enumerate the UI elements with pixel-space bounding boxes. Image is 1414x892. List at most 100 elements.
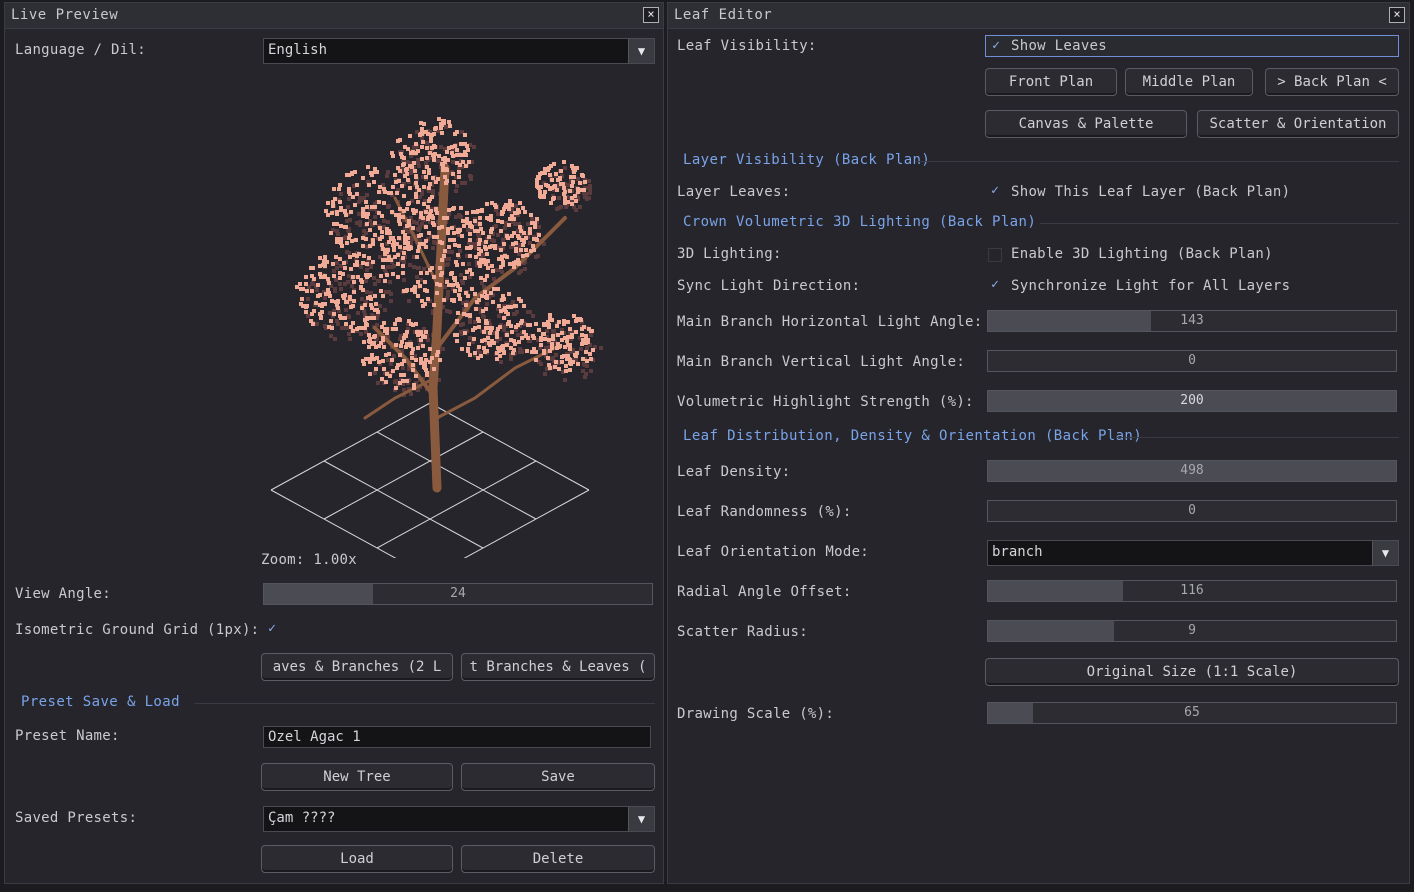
leaf-shadow [431, 246, 435, 250]
leaf [432, 303, 436, 307]
layer-leaves-label: Layer Leaves: [677, 184, 791, 200]
leaf [553, 365, 557, 369]
leaf [463, 142, 467, 146]
original-size-button[interactable]: Original Size (1:1 Scale) [985, 658, 1399, 686]
leaf [563, 190, 567, 194]
view-angle-slider[interactable]: 24 [263, 583, 653, 605]
draw-order-button-2[interactable]: t Branches & Leaves ( [461, 653, 655, 681]
show-leaves-toggle[interactable]: ✓ Show Leaves [985, 35, 1399, 57]
preset-name-input[interactable]: Ozel Agac 1 [263, 726, 651, 748]
leaf [505, 333, 509, 337]
tree-preview-canvas[interactable] [265, 98, 615, 558]
layer-visibility-section-header: Layer Visibility (Back Plan) [683, 152, 931, 168]
scatter-slider[interactable]: 9 [987, 620, 1397, 642]
sync-checkbox[interactable]: ✓ [988, 278, 1002, 292]
leaf-shadow [332, 269, 336, 273]
leaf [404, 345, 408, 349]
radial-slider[interactable]: 116 [987, 580, 1397, 602]
leaf [343, 210, 347, 214]
randomness-slider[interactable]: 0 [987, 500, 1397, 522]
leaf [580, 173, 584, 177]
leaf [481, 309, 485, 313]
leaf [490, 264, 494, 268]
leaf [547, 338, 551, 342]
chevron-down-icon[interactable]: ▼ [628, 807, 654, 831]
leaf [470, 272, 474, 276]
leaf [439, 273, 443, 277]
close-icon[interactable]: × [643, 7, 659, 23]
leaf [591, 348, 595, 352]
leaf-shadow [516, 333, 520, 337]
leaf [370, 306, 374, 310]
leaf [373, 294, 377, 298]
leaf [457, 244, 461, 248]
leaf [410, 351, 414, 355]
leaf-shadow [557, 196, 561, 200]
h-angle-slider[interactable]: 143 [987, 310, 1397, 332]
leaf [488, 326, 492, 330]
live-preview-titlebar[interactable]: Live Preview × [5, 3, 663, 29]
scatter-orientation-button[interactable]: Scatter & Orientation [1197, 110, 1399, 138]
leaf [424, 175, 428, 179]
save-button[interactable]: Save [461, 763, 655, 791]
leaf [583, 180, 587, 184]
saved-presets-select[interactable]: Çam ???? ▼ [263, 806, 655, 832]
leaf [564, 364, 568, 368]
leaf [367, 333, 371, 337]
density-slider[interactable]: 498 [987, 460, 1397, 482]
leaf [587, 327, 591, 331]
chevron-down-icon[interactable]: ▼ [1372, 541, 1398, 565]
leaf-shadow [348, 337, 352, 341]
layer-leaves-checkbox[interactable]: ✓ [988, 184, 1002, 198]
leaf [422, 170, 426, 174]
leaf-shadow [343, 236, 347, 240]
drawing-scale-slider[interactable]: 65 [987, 702, 1397, 724]
leaf [424, 330, 428, 334]
highlight-slider[interactable]: 200 [987, 390, 1397, 412]
front-plan-button[interactable]: Front Plan [985, 68, 1117, 96]
leaf [550, 342, 554, 346]
leaf [359, 278, 363, 282]
leaf-shadow [369, 291, 373, 295]
leaf [373, 334, 377, 338]
layer-leaves-text: Show This Leaf Layer (Back Plan) [1011, 184, 1291, 200]
lighting-checkbox[interactable]: ✓ [988, 248, 1002, 262]
leaf-editor-title: Leaf Editor [674, 7, 773, 23]
leaf [402, 156, 406, 160]
leaf [399, 373, 403, 377]
grid-label: Isometric Ground Grid (1px): [15, 622, 260, 638]
leaf [430, 266, 434, 270]
grid-checkbox[interactable]: ✓ [265, 622, 279, 636]
v-angle-slider[interactable]: 0 [987, 350, 1397, 372]
leaf-editor-titlebar[interactable]: Leaf Editor × [668, 3, 1409, 29]
leaf-shadow [310, 282, 314, 286]
grid-line [463, 489, 590, 558]
chevron-down-icon[interactable]: ▼ [628, 39, 654, 63]
leaf-shadow [362, 196, 366, 200]
leaf [445, 150, 449, 154]
leaf [487, 235, 491, 239]
middle-plan-button[interactable]: Middle Plan [1125, 68, 1253, 96]
draw-order-button-1[interactable]: aves & Branches (2 L [261, 653, 453, 681]
canvas-palette-button[interactable]: Canvas & Palette [985, 110, 1187, 138]
language-select[interactable]: English ▼ [263, 38, 655, 64]
orientation-select[interactable]: branch ▼ [987, 540, 1399, 566]
leaf-shadow [563, 378, 567, 382]
close-icon[interactable]: × [1389, 7, 1405, 23]
back-plan-button[interactable]: > Back Plan < [1265, 68, 1399, 96]
leaf [362, 340, 366, 344]
leaf-shadow [373, 371, 377, 375]
show-leaves-checkbox[interactable]: ✓ [989, 39, 1003, 53]
delete-button[interactable]: Delete [461, 845, 655, 873]
new-tree-button[interactable]: New Tree [261, 763, 453, 791]
leaf [445, 168, 449, 172]
leaf [455, 148, 459, 152]
leaf [372, 341, 376, 345]
leaf [375, 170, 379, 174]
leaf [456, 230, 460, 234]
load-button[interactable]: Load [261, 845, 453, 873]
leaf [406, 178, 410, 182]
leaf [460, 347, 464, 351]
leaf [491, 269, 495, 273]
leaf [345, 300, 349, 304]
